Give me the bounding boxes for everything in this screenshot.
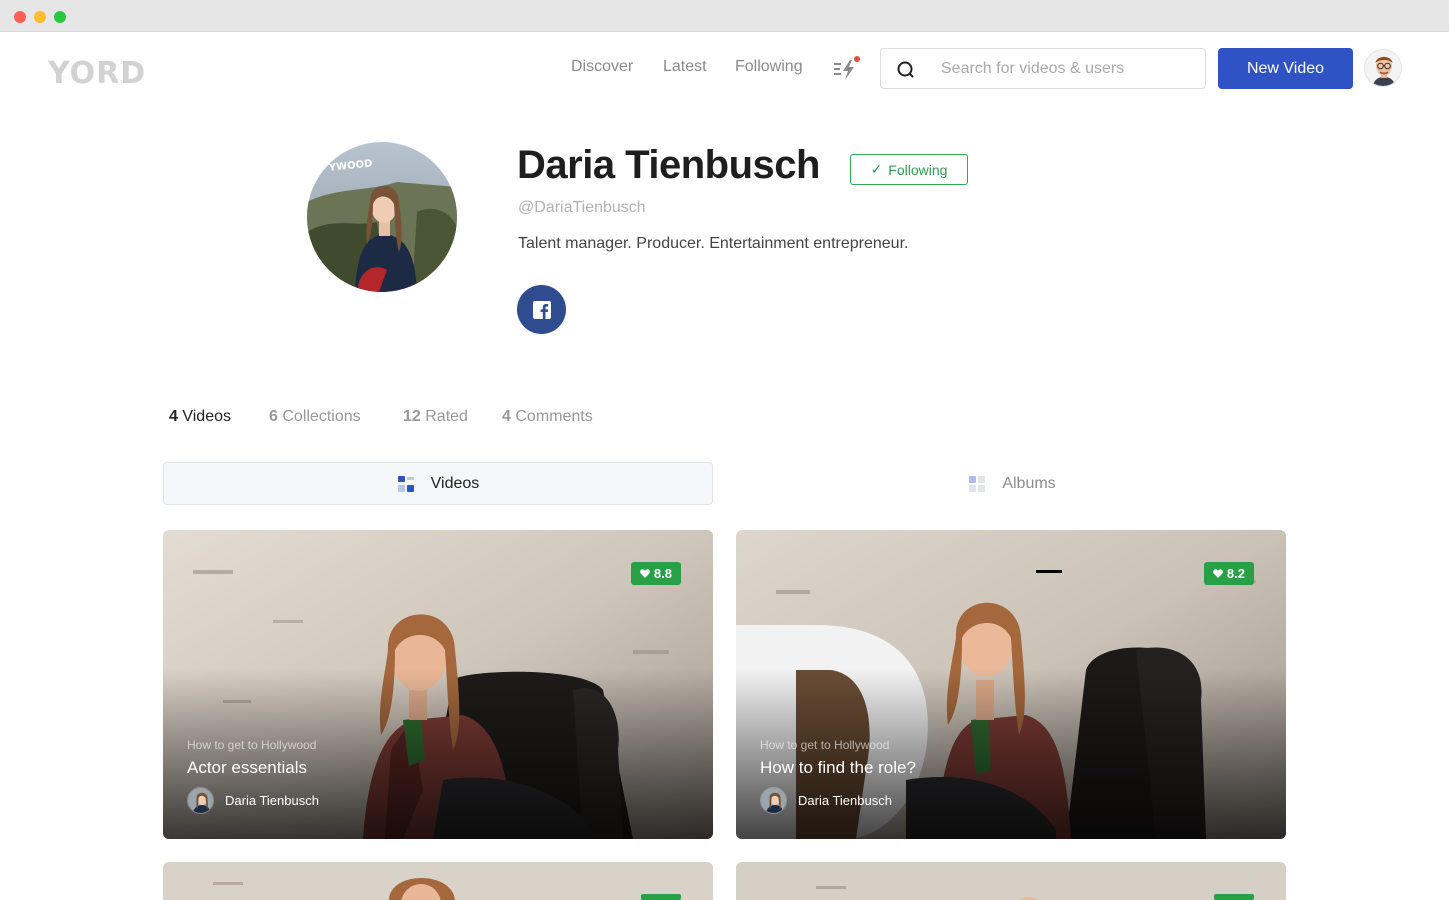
videos-label: Videos bbox=[182, 408, 231, 425]
maximize-window-button[interactable] bbox=[54, 11, 66, 23]
nav-discover[interactable]: Discover bbox=[571, 58, 633, 76]
video-author[interactable]: Daria Tienbusch bbox=[798, 793, 892, 808]
profile-bio: Talent manager. Producer. Entertainment … bbox=[518, 235, 909, 252]
toggle-albums[interactable]: Albums bbox=[737, 462, 1287, 505]
collections-label: Collections bbox=[282, 408, 361, 425]
video-title[interactable]: Actor essentials bbox=[187, 758, 307, 778]
following-button-label: Following bbox=[888, 161, 948, 178]
video-title[interactable]: How to find the role? bbox=[760, 758, 916, 778]
tab-collections[interactable]: 6 Collections bbox=[269, 408, 361, 426]
rating-value: 8.2 bbox=[1226, 566, 1245, 581]
toggle-videos-label: Videos bbox=[430, 474, 480, 492]
comments-count: 4 bbox=[502, 408, 511, 425]
user-avatar[interactable] bbox=[1364, 49, 1402, 87]
rating-value: 8.8 bbox=[653, 566, 672, 581]
grid-view-icon bbox=[969, 475, 986, 492]
facebook-icon bbox=[532, 300, 551, 319]
nav-following[interactable]: Following bbox=[735, 58, 803, 76]
video-series: How to get to Hollywood bbox=[187, 738, 317, 752]
video-card[interactable] bbox=[736, 862, 1286, 900]
rated-count: 12 bbox=[403, 408, 421, 425]
app-logo[interactable]: YORD bbox=[48, 56, 146, 91]
activity-bolt-icon[interactable] bbox=[832, 56, 860, 82]
author-avatar[interactable] bbox=[760, 787, 787, 814]
profile-name: Daria Tienbusch bbox=[517, 143, 820, 187]
tab-videos[interactable]: 4 Videos bbox=[169, 408, 231, 426]
search-box[interactable] bbox=[880, 48, 1206, 89]
rated-label: Rated bbox=[425, 408, 468, 425]
video-card[interactable] bbox=[163, 862, 713, 900]
comments-label: Comments bbox=[515, 408, 593, 425]
heart-icon bbox=[1213, 569, 1223, 578]
video-card[interactable]: 8.8 How to get to Hollywood Actor essent… bbox=[163, 530, 713, 839]
new-video-button[interactable]: New Video bbox=[1218, 48, 1353, 89]
search-icon bbox=[897, 61, 914, 78]
rating-badge: 8.8 bbox=[630, 562, 681, 585]
window-titlebar bbox=[0, 0, 1449, 32]
facebook-link[interactable] bbox=[517, 285, 566, 334]
notification-dot bbox=[854, 56, 860, 62]
video-thumbnail bbox=[736, 862, 1286, 900]
toggle-videos[interactable]: Videos bbox=[163, 462, 713, 505]
search-input[interactable] bbox=[941, 57, 1191, 81]
videos-count: 4 bbox=[169, 408, 178, 425]
video-author[interactable]: Daria Tienbusch bbox=[225, 793, 319, 808]
minimize-window-button[interactable] bbox=[34, 11, 46, 23]
video-card[interactable]: 8.2 How to get to Hollywood How to find … bbox=[736, 530, 1286, 839]
video-thumbnail bbox=[163, 862, 713, 900]
rating-badge: 8.2 bbox=[1203, 562, 1254, 585]
heart-icon bbox=[640, 569, 650, 578]
nav-latest[interactable]: Latest bbox=[663, 58, 707, 76]
video-series: How to get to Hollywood bbox=[760, 738, 890, 752]
close-window-button[interactable] bbox=[14, 11, 26, 23]
toggle-albums-label: Albums bbox=[1002, 474, 1056, 492]
tab-rated[interactable]: 12 Rated bbox=[403, 408, 468, 426]
profile-handle: @DariaTienbusch bbox=[518, 199, 646, 216]
list-view-icon bbox=[397, 475, 414, 492]
tab-comments[interactable]: 4 Comments bbox=[502, 408, 593, 426]
check-icon: ✓ bbox=[870, 161, 883, 177]
profile-photo: YWOOD bbox=[307, 142, 457, 292]
following-button[interactable]: ✓ Following bbox=[850, 154, 968, 185]
author-avatar[interactable] bbox=[187, 787, 214, 814]
collections-count: 6 bbox=[269, 408, 278, 425]
